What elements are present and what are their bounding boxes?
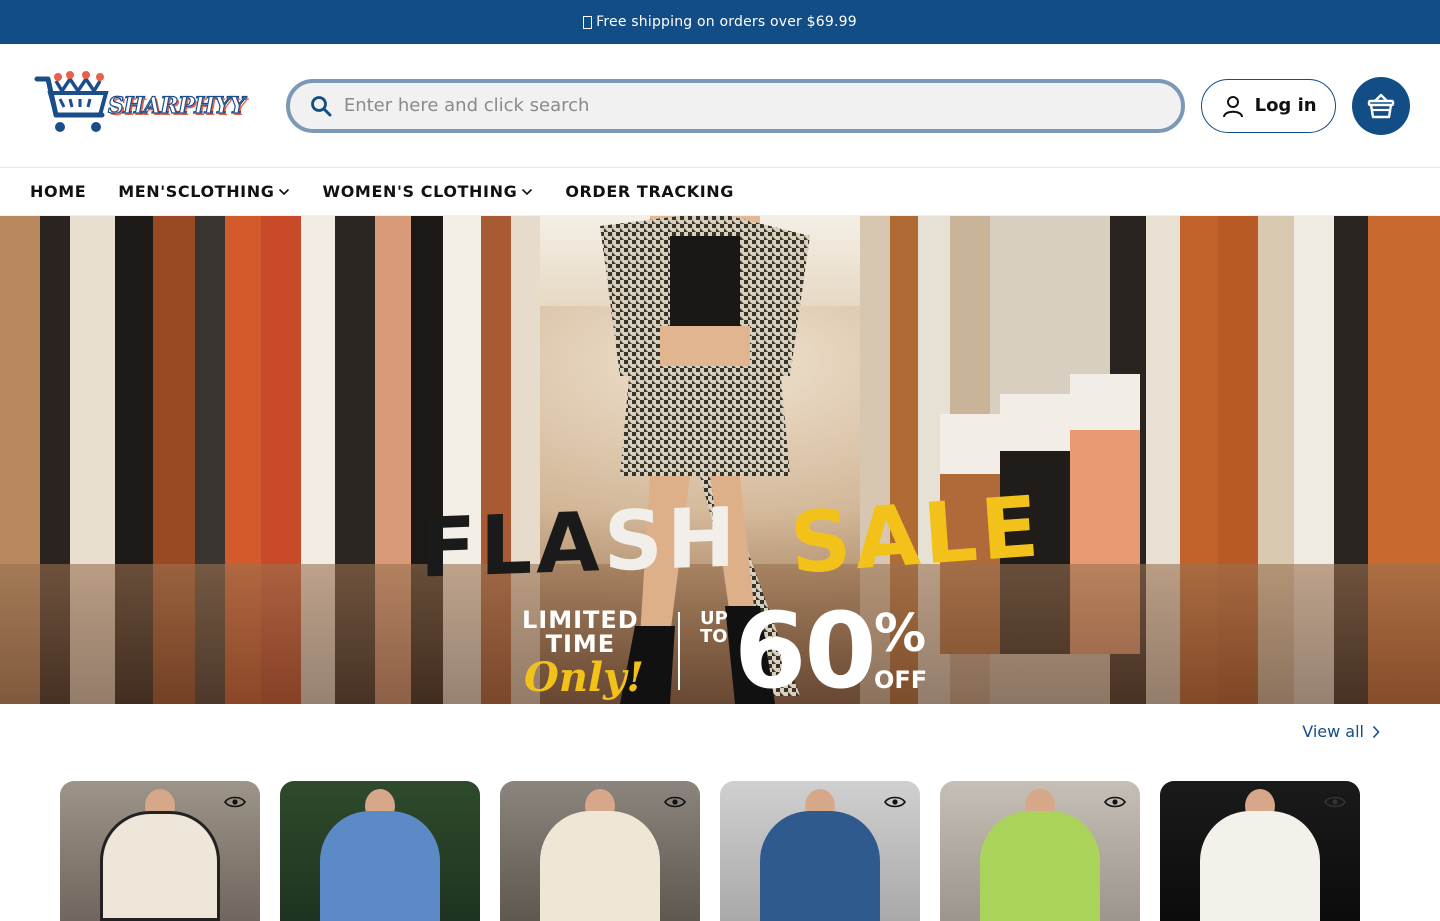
- promo-divider: [678, 612, 680, 690]
- nav-mens-label: MEN'SCLOTHING: [118, 182, 275, 201]
- product-card[interactable]: [500, 781, 700, 921]
- cart-button[interactable]: [1352, 76, 1410, 135]
- quick-view-eye-icon[interactable]: [1104, 795, 1126, 809]
- quick-view-eye-icon[interactable]: [884, 795, 906, 809]
- flash-text: FLASH: [420, 490, 739, 596]
- login-label: Log in: [1254, 95, 1317, 116]
- product-garment: [980, 811, 1100, 921]
- product-garment: [100, 811, 220, 921]
- chevron-down-icon: [279, 188, 290, 196]
- nav-home-label: HOME: [30, 182, 87, 201]
- sale-text: SALE: [786, 477, 1046, 593]
- quick-view-eye-icon[interactable]: [1324, 795, 1346, 809]
- site-header: SHARPHYY Log in: [0, 44, 1440, 168]
- nav-womens-label: WOMEN'S CLOTHING: [322, 182, 518, 201]
- search-icon[interactable]: [310, 95, 332, 117]
- product-garment: [320, 811, 440, 921]
- nav-item-home[interactable]: HOME: [30, 182, 86, 201]
- percent-sign: %: [874, 604, 927, 664]
- up-to-text: UP TO: [700, 610, 728, 646]
- product-card[interactable]: [60, 781, 260, 921]
- product-garment: [1200, 811, 1320, 921]
- chevron-down-icon: [522, 188, 533, 196]
- announcement-text: Free shipping on orders over $69.99: [596, 14, 857, 30]
- flash-text-light: SH: [603, 490, 740, 591]
- limited-line-2: TIME: [545, 630, 616, 658]
- product-card[interactable]: [280, 781, 480, 921]
- chevron-right-icon: [1372, 725, 1380, 738]
- nav-item-mens-clothing[interactable]: MEN'SCLOTHING: [118, 182, 290, 201]
- product-card[interactable]: [940, 781, 1140, 921]
- flash-text-dark: FLA: [420, 495, 604, 597]
- gift-icon: [583, 15, 593, 29]
- search-bar[interactable]: [285, 78, 1186, 133]
- only-text: Only!: [524, 654, 644, 701]
- logo-wordmark: SHARPHYY: [107, 92, 245, 119]
- quick-view-eye-icon[interactable]: [664, 795, 686, 809]
- cart-crown-logo-icon: [34, 70, 109, 132]
- main-navigation: HOME MEN'SCLOTHING WOMEN'S CLOTHING ORDE…: [0, 168, 1440, 216]
- discount-percent: 60: [734, 590, 877, 712]
- nav-item-order-tracking[interactable]: ORDER TRACKING: [565, 182, 734, 201]
- view-all-link[interactable]: View all: [1302, 722, 1380, 741]
- limited-line-1: LIMITED: [522, 606, 639, 634]
- product-card[interactable]: [1160, 781, 1360, 921]
- login-button[interactable]: Log in: [1201, 78, 1337, 133]
- product-grid: [60, 781, 1360, 921]
- search-input[interactable]: [343, 95, 1144, 116]
- basket-icon: [1367, 93, 1395, 118]
- quick-view-eye-icon[interactable]: [224, 795, 246, 809]
- product-garment: [760, 811, 880, 921]
- off-text: OFF: [874, 666, 928, 694]
- nav-item-womens-clothing[interactable]: WOMEN'S CLOTHING: [322, 182, 533, 201]
- product-garment: [540, 811, 660, 921]
- nav-order-tracking-label: ORDER TRACKING: [565, 182, 734, 201]
- announcement-bar: Free shipping on orders over $69.99: [0, 0, 1440, 44]
- product-card[interactable]: [720, 781, 920, 921]
- store-logo[interactable]: SHARPHYY: [34, 70, 252, 141]
- limited-time-text: LIMITED TIME: [522, 608, 639, 656]
- to-text: TO: [700, 626, 728, 647]
- user-icon: [1222, 95, 1243, 117]
- view-all-label: View all: [1302, 722, 1364, 741]
